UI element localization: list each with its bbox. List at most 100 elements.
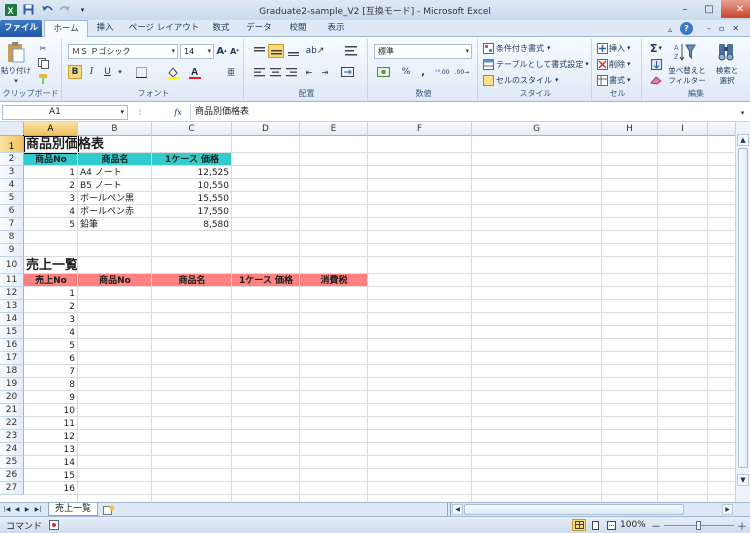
insert-function-icon[interactable]: fx: [170, 105, 186, 120]
align-right-icon[interactable]: [284, 66, 298, 78]
comma-style-icon[interactable]: ,: [418, 66, 428, 78]
conditional-format-icon[interactable]: [482, 42, 494, 54]
find-select-button[interactable]: 検索と 選択: [708, 65, 746, 87]
paste-dropdown-icon[interactable]: ▾: [2, 77, 30, 85]
close-button[interactable]: ✕: [721, 0, 750, 18]
sales-no-cell[interactable]: 1: [24, 288, 75, 300]
scroll-down-icon[interactable]: ▼: [737, 474, 749, 486]
scroll-up-icon[interactable]: ▲: [737, 134, 749, 146]
case-price-cell[interactable]: 12,525: [152, 167, 230, 179]
column-header-b[interactable]: B: [78, 122, 152, 136]
workbook-restore-icon[interactable]: ▫: [719, 24, 724, 33]
zoom-in-button[interactable]: ＋: [736, 519, 748, 533]
product-no-cell[interactable]: 1: [24, 167, 75, 179]
row-header-15[interactable]: 15: [0, 326, 24, 339]
next-sheet-icon[interactable]: ▶: [22, 504, 32, 515]
tab-file[interactable]: ファイル: [0, 20, 42, 37]
format-button[interactable]: 書式 ▾: [609, 74, 641, 86]
case-price-cell[interactable]: 17,550: [152, 206, 230, 218]
row-header-19[interactable]: 19: [0, 378, 24, 391]
tab-home[interactable]: ホーム: [44, 20, 88, 38]
format-cells-icon[interactable]: [596, 74, 608, 86]
bold-button[interactable]: B: [68, 65, 82, 79]
sales-no-cell[interactable]: 6: [24, 353, 75, 365]
macro-record-icon[interactable]: [48, 519, 60, 531]
borders-icon[interactable]: [132, 65, 150, 79]
row-header-24[interactable]: 24: [0, 443, 24, 456]
row-header-25[interactable]: 25: [0, 456, 24, 469]
normal-view-icon[interactable]: [572, 519, 586, 531]
row-header-22[interactable]: 22: [0, 417, 24, 430]
paste-icon[interactable]: [4, 41, 28, 63]
product-no-cell[interactable]: 3: [24, 193, 75, 205]
prev-sheet-icon[interactable]: ◀: [12, 504, 22, 515]
expand-formula-bar-icon[interactable]: ▾: [737, 106, 748, 119]
align-left-icon[interactable]: [252, 66, 266, 78]
cut-icon[interactable]: ✂: [36, 42, 50, 54]
insert-button[interactable]: 挿入 ▾: [609, 42, 641, 54]
sales-no-cell[interactable]: 16: [24, 483, 75, 495]
tab-insert[interactable]: 挿入: [88, 20, 122, 37]
minimize-button[interactable]: –: [673, 0, 697, 18]
insert-sheet-icon[interactable]: [100, 504, 118, 515]
page-break-view-icon[interactable]: [604, 519, 618, 531]
product-no-cell[interactable]: 5: [24, 219, 75, 231]
phonetic-guide-icon[interactable]: 亜: [224, 65, 238, 79]
sales-no-cell[interactable]: 5: [24, 340, 75, 352]
autosum-button[interactable]: Σ ▾: [646, 42, 666, 55]
sales-no-cell[interactable]: 10: [24, 405, 75, 417]
increase-decimal-icon[interactable]: ⁺⁰.00: [434, 66, 450, 78]
number-format-select[interactable]: 標準 ▾: [374, 44, 472, 59]
zoom-slider-thumb[interactable]: [696, 521, 701, 530]
product-name-cell[interactable]: ボールペン赤: [80, 206, 134, 218]
row-header-7[interactable]: 7: [0, 218, 24, 231]
sales-table-header-cell[interactable]: 商品名: [152, 275, 232, 287]
sales-table-header-cell[interactable]: 売上No: [24, 275, 78, 287]
accounting-format-icon[interactable]: [374, 66, 392, 78]
tab-page-layout[interactable]: ページ レイアウト: [126, 20, 202, 37]
sales-no-cell[interactable]: 15: [24, 470, 75, 482]
column-header-g[interactable]: G: [472, 122, 602, 136]
row-header-23[interactable]: 23: [0, 430, 24, 443]
zoom-level[interactable]: 100%: [620, 520, 646, 530]
first-sheet-icon[interactable]: |◀: [2, 504, 12, 515]
find-select-icon[interactable]: [714, 41, 738, 63]
row-header-2[interactable]: 2: [0, 153, 24, 166]
sort-filter-icon[interactable]: AZ: [672, 41, 698, 63]
tab-split-handle[interactable]: [447, 503, 451, 516]
column-header-j[interactable]: J: [708, 122, 735, 136]
align-top-icon[interactable]: [252, 45, 266, 57]
font-size-select[interactable]: 14 ▾: [180, 44, 214, 59]
cell-styles-button[interactable]: セルのスタイル ▾: [496, 74, 590, 86]
decrease-indent-icon[interactable]: ⇤: [302, 66, 316, 78]
sales-no-cell[interactable]: 3: [24, 314, 75, 326]
sales-table-header-cell[interactable]: 商品No: [78, 275, 152, 287]
row-header-9[interactable]: 9: [0, 244, 24, 257]
column-header-c[interactable]: C: [152, 122, 232, 136]
product-name-cell[interactable]: 鉛筆: [80, 219, 98, 231]
delete-cells-icon[interactable]: [596, 58, 608, 70]
format-painter-icon[interactable]: [36, 72, 50, 84]
decrease-decimal-icon[interactable]: .00→: [454, 66, 470, 78]
product-name-cell[interactable]: A4 ノート: [80, 167, 122, 179]
sales-no-cell[interactable]: 9: [24, 392, 75, 404]
sales-no-cell[interactable]: 8: [24, 379, 75, 391]
insert-cells-icon[interactable]: [596, 42, 608, 54]
last-sheet-icon[interactable]: ▶|: [32, 504, 44, 515]
align-center-icon[interactable]: [268, 66, 282, 78]
case-price-cell[interactable]: 10,550: [152, 180, 230, 192]
sheet-tab-sales[interactable]: 売上一覧: [48, 503, 98, 516]
cell-styles-icon[interactable]: [482, 74, 494, 86]
name-box[interactable]: A1 ▾: [2, 105, 128, 120]
zoom-out-button[interactable]: －: [650, 519, 662, 533]
help-icon[interactable]: ?: [680, 22, 693, 35]
grow-font-icon[interactable]: A ▴: [216, 45, 227, 57]
column-header-d[interactable]: D: [232, 122, 300, 136]
maximize-button[interactable]: □: [697, 0, 721, 18]
clear-icon[interactable]: [646, 74, 666, 86]
increase-indent-icon[interactable]: ⇥: [318, 66, 332, 78]
product-no-cell[interactable]: 2: [24, 180, 75, 192]
tab-data[interactable]: データ: [240, 20, 278, 37]
font-color-icon[interactable]: A: [186, 65, 204, 79]
workbook-minimize-icon[interactable]: –: [707, 24, 711, 33]
